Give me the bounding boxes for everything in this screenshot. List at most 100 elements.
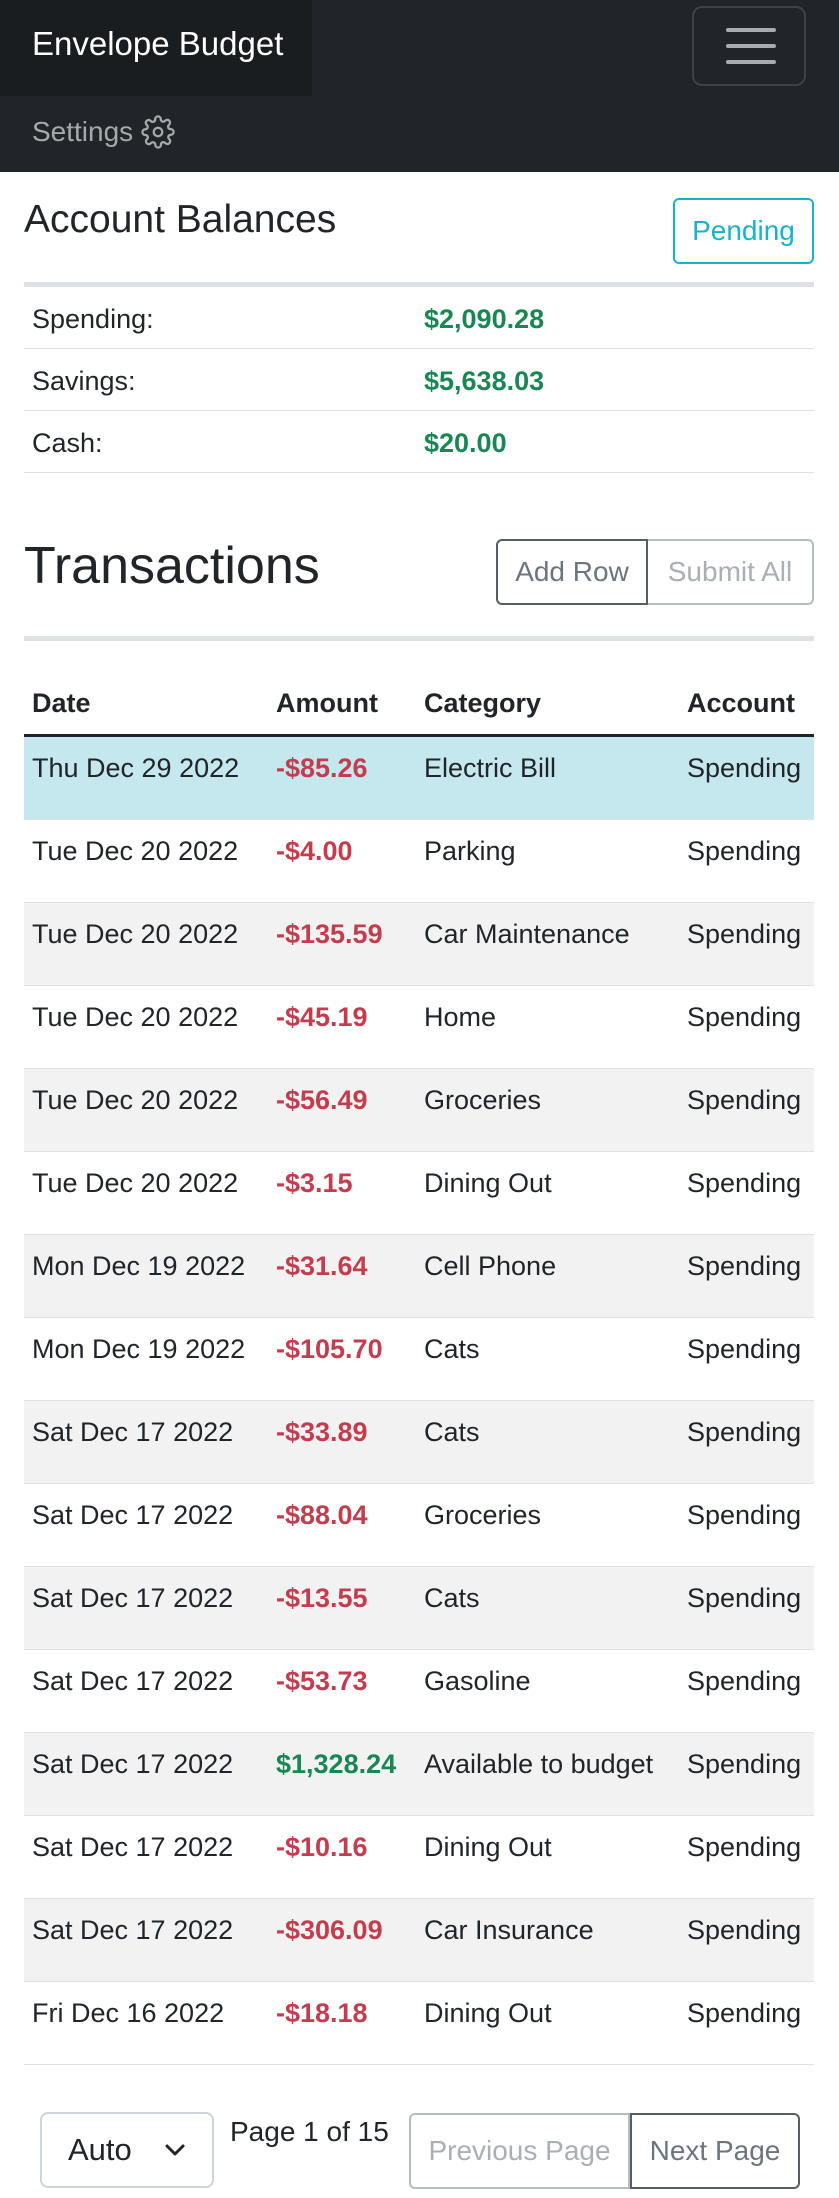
account-balances-title: Account Balances [24, 198, 337, 241]
add-row-button[interactable]: Add Row [496, 539, 648, 605]
column-header-date[interactable]: Date [32, 688, 91, 719]
balance-row-savings: Savings: $5,638.03 [24, 349, 814, 411]
table-row[interactable]: Sat Dec 17 2022 $1,328.24 Available to bud… [24, 1733, 814, 1816]
cell-amount: -$45.19 [276, 1002, 368, 1032]
table-body: Thu Dec 29 2022 -$85.26 Electric Bill Spend… [24, 737, 814, 2065]
page-size-select[interactable]: Auto [40, 2112, 214, 2188]
cell-category: Cats [424, 1417, 480, 1447]
cell-account: Spending [687, 1500, 802, 1530]
table-row[interactable]: Tue Dec 20 2022 -$3.15 Dining Out Spending [24, 1152, 814, 1235]
hamburger-icon-bar [726, 44, 776, 48]
cell-account: Spending [687, 1085, 802, 1115]
cell-amount: -$4.00 [276, 836, 353, 866]
cell-account: Spending [687, 1832, 802, 1862]
cell-category: Cats [424, 1583, 480, 1613]
cell-account: Spending [687, 1417, 802, 1447]
cell-date: Sat Dec 17 2022 [32, 1915, 234, 1945]
cell-category: Gasoline [424, 1666, 531, 1696]
transactions-title: Transactions [24, 537, 320, 595]
page-indicator: Page 1 of 15 [230, 2116, 389, 2147]
cell-category: Car Insurance [424, 1915, 594, 1945]
cell-date: Tue Dec 20 2022 [32, 919, 239, 949]
table-row[interactable]: Sat Dec 17 2022 -$33.89 Cats Spending [24, 1401, 814, 1484]
divider [24, 636, 814, 641]
cell-account: Spending [687, 1168, 802, 1198]
transactions-table: Date Amount Category Account Thu Dec 29 … [24, 671, 814, 2065]
brand-link[interactable]: Envelope Budget [0, 0, 312, 96]
cell-category: Dining Out [424, 1832, 552, 1862]
cell-account: Spending [687, 1583, 802, 1613]
cell-account: Spending [687, 1915, 802, 1945]
page-size-value: Auto [68, 2132, 132, 2167]
submit-all-button[interactable]: Submit All [648, 539, 814, 605]
column-header-account[interactable]: Account [687, 688, 795, 719]
cell-account: Spending [687, 1666, 802, 1696]
menu-toggle-button[interactable] [692, 6, 806, 86]
cell-account: Spending [687, 1334, 802, 1364]
cell-category: Cell Phone [424, 1251, 557, 1281]
cell-category: Car Maintenance [424, 919, 630, 949]
table-row[interactable]: Sat Dec 17 2022 -$10.16 Dining Out Spending [24, 1816, 814, 1899]
cell-amount: -$56.49 [276, 1085, 368, 1115]
table-row[interactable]: Sat Dec 17 2022 -$13.55 Cats Spending [24, 1567, 814, 1650]
cell-date: Sat Dec 17 2022 [32, 1832, 234, 1862]
settings-label: Settings [32, 116, 134, 147]
cell-category: Dining Out [424, 1998, 552, 2028]
table-header: Date Amount Category Account [24, 671, 814, 737]
table-row[interactable]: Sat Dec 17 2022 -$88.04 Groceries Spending [24, 1484, 814, 1567]
balance-value: $20.00 [424, 428, 507, 458]
table-row[interactable]: Sat Dec 17 2022 -$53.73 Gasoline Spending [24, 1650, 814, 1733]
table-row[interactable]: Fri Dec 16 2022 -$18.18 Dining Out Spending [24, 1982, 814, 2065]
table-row[interactable]: Mon Dec 19 2022 -$105.70 Cats Spending [24, 1318, 814, 1401]
cell-category: Cats [424, 1334, 480, 1364]
balance-value: $5,638.03 [424, 366, 545, 396]
previous-page-button[interactable]: Previous Page [409, 2113, 630, 2189]
cell-date: Sat Dec 17 2022 [32, 1666, 234, 1696]
cell-date: Sat Dec 17 2022 [32, 1417, 234, 1447]
cell-category: Groceries [424, 1500, 542, 1530]
hamburger-icon [726, 28, 776, 32]
cell-date: Sat Dec 17 2022 [32, 1749, 234, 1779]
cell-date: Thu Dec 29 2022 [32, 753, 240, 783]
cell-category: Electric Bill [424, 753, 557, 783]
navbar: Envelope Budget Settings [0, 0, 839, 172]
cell-amount: -$18.18 [276, 1998, 368, 2028]
table-row[interactable]: Sat Dec 17 2022 -$306.09 Car Insurance Spen… [24, 1899, 814, 1982]
balance-label: Spending: [32, 304, 154, 334]
table-row[interactable]: Thu Dec 29 2022 -$85.26 Electric Bill Spend… [24, 737, 814, 820]
column-header-category[interactable]: Category [424, 688, 541, 719]
cell-date: Tue Dec 20 2022 [32, 836, 239, 866]
cell-account: Spending [687, 919, 802, 949]
cell-amount: -$88.04 [276, 1500, 368, 1530]
next-page-button[interactable]: Next Page [630, 2113, 800, 2189]
cell-amount: -$31.64 [276, 1251, 368, 1281]
balance-row-cash: Cash: $20.00 [24, 411, 814, 473]
cell-account: Spending [687, 1749, 802, 1779]
table-row[interactable]: Mon Dec 19 2022 -$31.64 Cell Phone Spending [24, 1235, 814, 1318]
transaction-actions: Add Row Submit All [496, 539, 814, 605]
cell-amount: -$135.59 [276, 919, 383, 949]
balance-label: Savings: [32, 366, 136, 396]
cell-amount: -$3.15 [276, 1168, 353, 1198]
column-header-amount[interactable]: Amount [276, 688, 378, 719]
cell-account: Spending [687, 1998, 802, 2028]
settings-link[interactable]: Settings [32, 112, 175, 152]
cell-amount: -$306.09 [276, 1915, 383, 1945]
table-row[interactable]: Tue Dec 20 2022 -$45.19 Home Spending [24, 986, 814, 1069]
cell-amount: -$13.55 [276, 1583, 368, 1613]
cell-date: Sat Dec 17 2022 [32, 1583, 234, 1613]
cell-account: Spending [687, 753, 802, 783]
pending-button[interactable]: Pending [673, 198, 814, 264]
table-row[interactable]: Tue Dec 20 2022 -$4.00 Parking Spending [24, 820, 814, 903]
cell-date: Mon Dec 19 2022 [32, 1251, 246, 1281]
cell-account: Spending [687, 836, 802, 866]
table-row[interactable]: Tue Dec 20 2022 -$56.49 Groceries Spending [24, 1069, 814, 1152]
account-balances-table: Spending: $2,090.28 Savings: $5,638.03 C… [24, 282, 814, 473]
cell-amount: $1,328.24 [276, 1749, 397, 1779]
cell-date: Tue Dec 20 2022 [32, 1085, 239, 1115]
gear-icon [141, 115, 175, 149]
table-row[interactable]: Tue Dec 20 2022 -$135.59 Car Maintenance Sp… [24, 903, 814, 986]
cell-date: Fri Dec 16 2022 [32, 1998, 225, 2028]
hamburger-icon-bar [726, 60, 776, 64]
balance-label: Cash: [32, 428, 103, 458]
